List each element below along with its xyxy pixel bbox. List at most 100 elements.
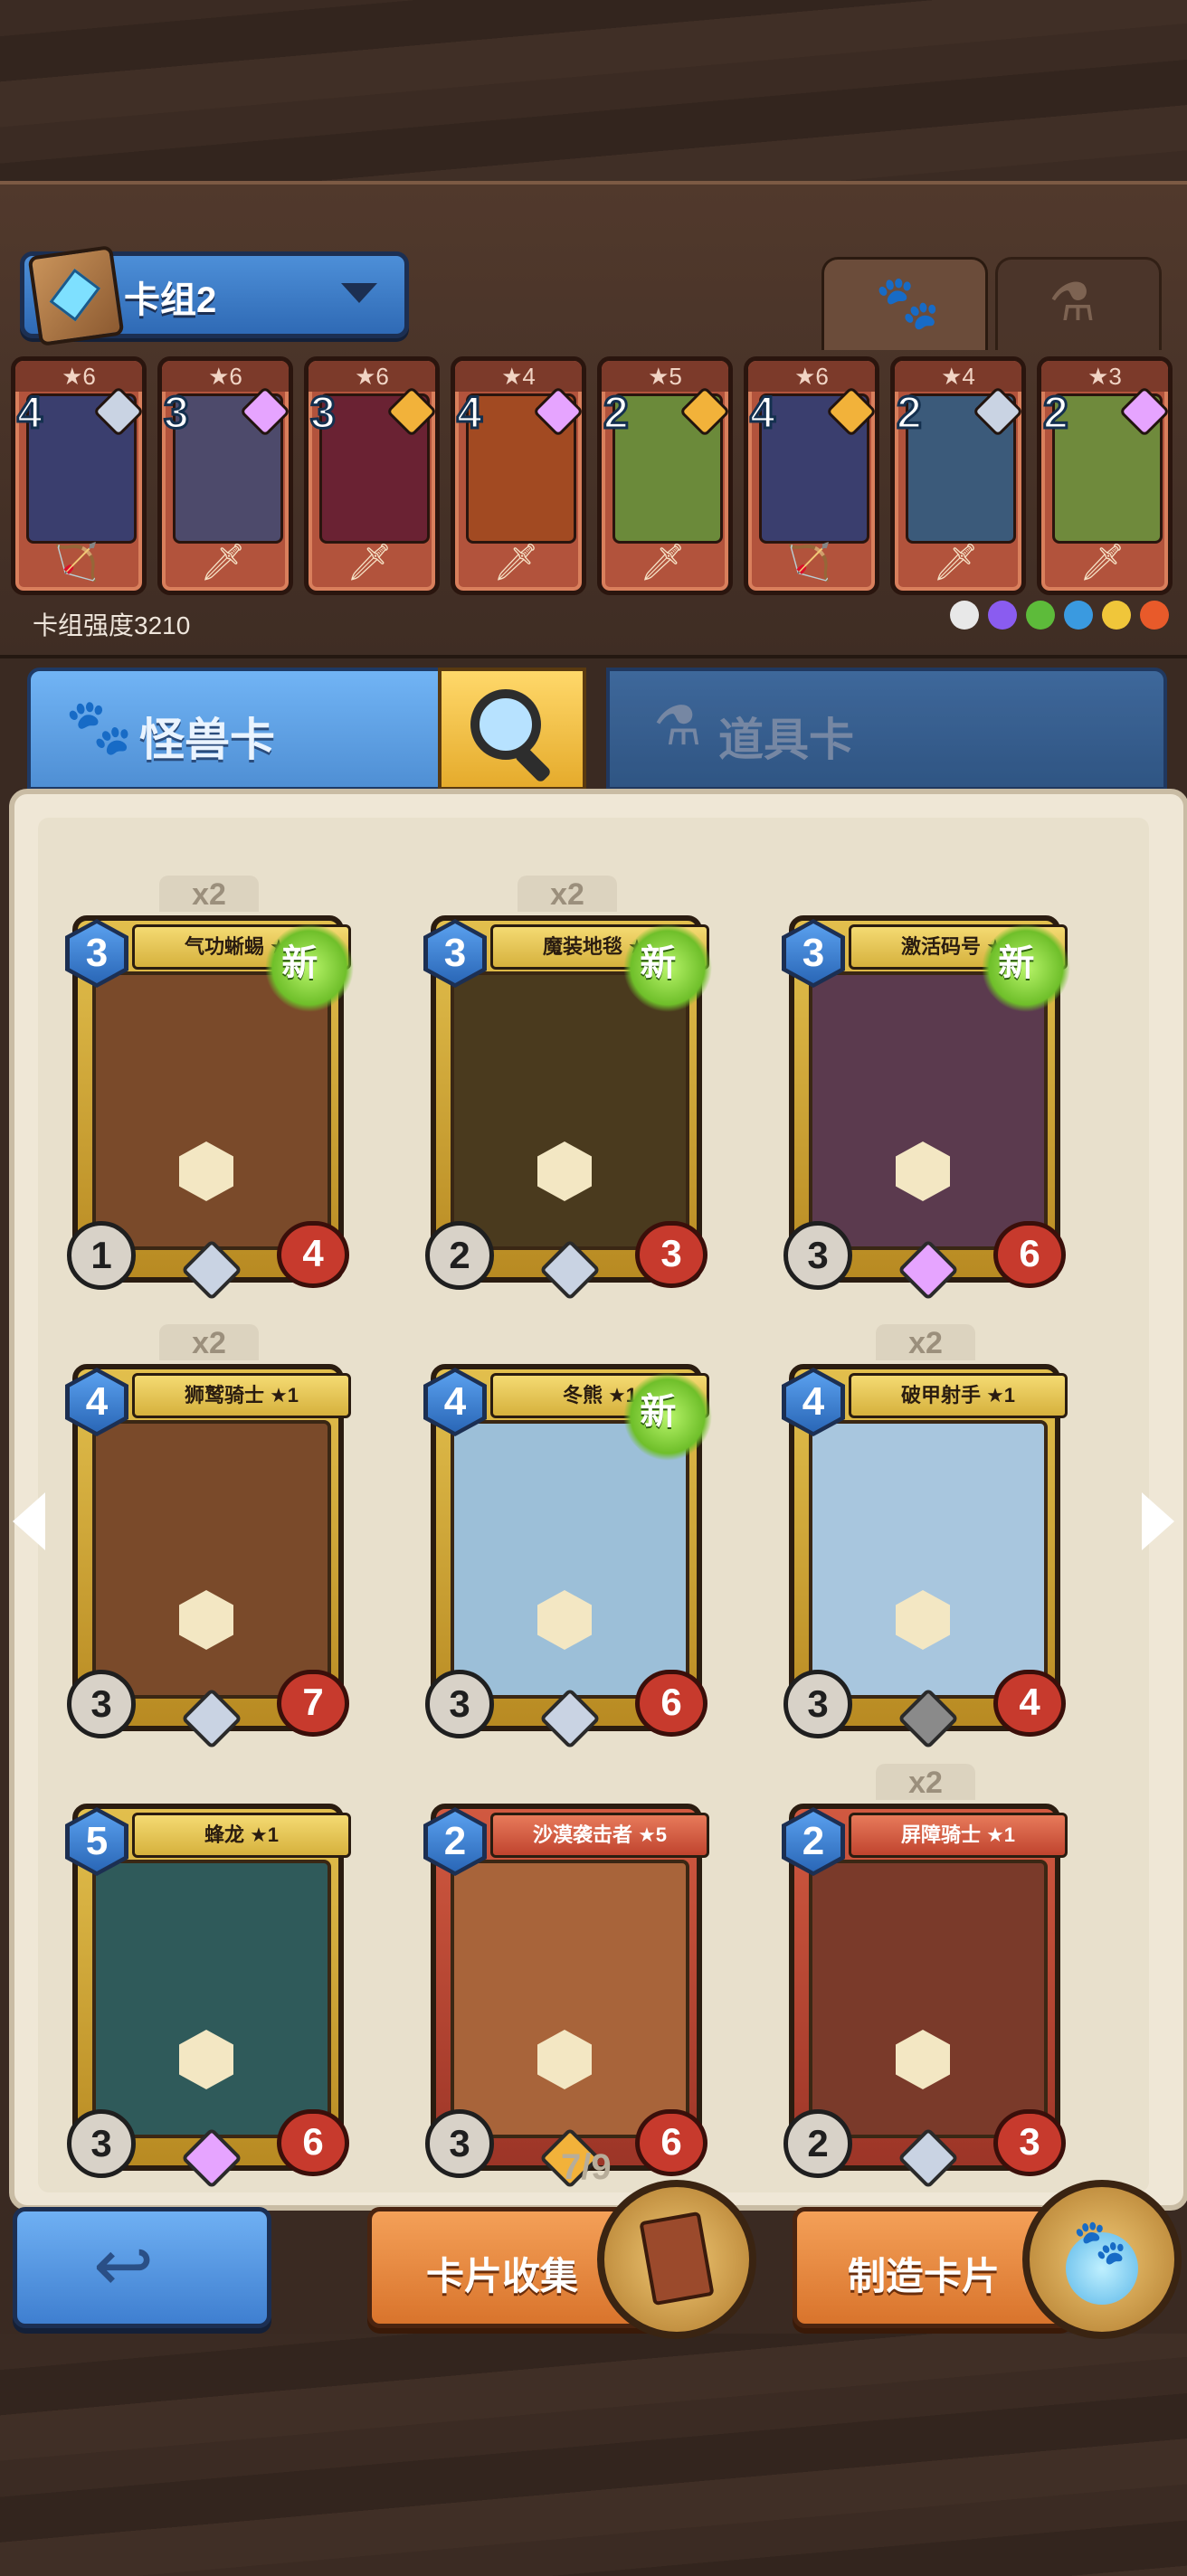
tab-item-cards[interactable]: ⚗ 道具卡 — [606, 668, 1167, 791]
tab-monster-cards[interactable]: 🐾 怪兽卡 — [27, 668, 443, 791]
weapon-icon: 🏹 — [53, 543, 99, 582]
deck-card[interactable]: ★6 4 🏹 — [744, 356, 879, 595]
health-value: 3 — [993, 2109, 1066, 2176]
deck-panel: 卡组2 🐾 ⚗ ★6 4 🏹 ★6 3 🗡 ★6 3 🗡 ★4 4 🗡 ★5 2 🗡 ★6 4 🏹 ★4 2 🗡 ★3 2 🗡… — [0, 181, 1187, 658]
weapon-icon: 🗡 — [200, 543, 246, 582]
attack-value: 3 — [425, 2109, 494, 2178]
card-cost: 4 — [749, 386, 777, 440]
card-cost: 4 — [456, 386, 484, 440]
card-cost: 3 — [70, 923, 124, 983]
deck-card[interactable]: ★4 4 🗡 — [451, 356, 586, 595]
collection-card[interactable]: 蜂龙 ★1 5 3 6 — [65, 1804, 351, 2189]
health-value: 6 — [277, 2109, 349, 2176]
collection-card[interactable]: 沙漠袭击者 ★5 2 3 6 — [423, 1804, 709, 2189]
card-cost: 2 — [896, 386, 924, 440]
card-cost: 2 — [603, 386, 631, 440]
card-count-tab: x2 — [876, 1764, 975, 1800]
card-count-tab: x2 — [159, 1324, 259, 1360]
back-arrow-icon: ↩ — [93, 2225, 155, 2306]
collection-card[interactable]: x2 狮鹫骑士 ★1 4 3 7 — [65, 1324, 351, 1749]
element-filter-icons — [941, 601, 1169, 637]
deck-card[interactable]: ★3 2 🗡 — [1037, 356, 1173, 595]
card-cost: 4 — [70, 1372, 124, 1432]
deck-card[interactable]: ★6 3 🗡 — [304, 356, 440, 595]
weapon-icon: 🏹 — [786, 543, 831, 582]
health-value: 6 — [635, 1670, 707, 1737]
collection-card[interactable]: 冬熊 ★1 4 新 3 6 — [423, 1355, 729, 1749]
deck-name: 卡组2 — [124, 280, 217, 320]
top-wood-bar — [0, 0, 1187, 181]
deck-power: 卡组强度3210 — [33, 611, 191, 639]
attack-value: 2 — [783, 2109, 852, 2178]
element-icon[interactable] — [1102, 601, 1131, 630]
card-cost: 4 — [16, 386, 44, 440]
collection-card[interactable]: x2 屏障骑士 ★1 2 2 3 — [782, 1764, 1068, 2189]
tab-monster-deck[interactable]: 🐾 — [821, 257, 988, 350]
chevron-down-icon — [341, 283, 377, 303]
collection-card[interactable]: x2 破甲射手 ★1 4 3 4 — [782, 1324, 1068, 1749]
search-icon — [470, 689, 541, 760]
card-cost: 4 — [428, 1372, 482, 1432]
health-value: 4 — [277, 1221, 349, 1288]
card-name: 沙漠袭击者 ★5 — [490, 1813, 709, 1858]
card-cost: 3 — [428, 923, 482, 983]
weapon-icon: 🗡 — [493, 543, 539, 582]
card-cost: 2 — [1042, 386, 1070, 440]
card-cost: 2 — [786, 1812, 840, 1871]
health-value: 4 — [993, 1670, 1066, 1737]
weapon-icon: 🗡 — [933, 543, 979, 582]
deck-card[interactable]: ★6 3 🗡 — [157, 356, 293, 595]
tab-monster-label: 怪兽卡 — [139, 715, 275, 765]
collection-card[interactable]: x2 气功蜥蜴 ★1 3 新 1 4 — [65, 876, 371, 1301]
new-badge-label: 新 — [998, 942, 1035, 983]
health-value: 3 — [635, 1221, 707, 1288]
deck-selector-dropdown[interactable]: 卡组2 — [20, 244, 409, 347]
tab-item-deck[interactable]: ⚗ — [995, 257, 1162, 350]
bottom-wood-bar — [0, 2334, 1187, 2576]
card-cost: 3 — [309, 386, 337, 440]
weapon-icon: 🗡 — [640, 543, 686, 582]
card-cost: 5 — [70, 1812, 124, 1871]
card-cost: 3 — [786, 923, 840, 983]
card-count-tab: x2 — [518, 876, 617, 912]
collection-card[interactable]: 激活码号 ★1 3 新 3 6 — [782, 906, 1087, 1301]
collection-card[interactable]: x2 魔装地毯 ★1 3 新 2 3 — [423, 876, 729, 1301]
card-name: 狮鹫骑士 ★1 — [132, 1373, 351, 1418]
health-value: 6 — [635, 2109, 707, 2176]
weapon-icon: 🗡 — [347, 543, 393, 582]
card-count-tab: x2 — [876, 1324, 975, 1360]
search-button[interactable] — [438, 668, 586, 791]
card-collection-panel: x2 气功蜥蜴 ★1 3 新 1 4 x2 魔装地毯 ★1 3 新 2 3 激活码号 ★1 3 新 3 6 x2 狮… — [9, 789, 1187, 2211]
new-badge-label: 新 — [640, 1391, 677, 1432]
element-icon[interactable] — [950, 601, 979, 630]
new-badge-label: 新 — [640, 942, 677, 983]
prev-page-arrow[interactable] — [13, 1492, 45, 1550]
card-art — [92, 1420, 331, 1699]
card-name: 蜂龙 ★1 — [132, 1813, 351, 1858]
card-art — [451, 1860, 689, 2138]
page-indicator: 7/9 — [561, 2147, 612, 2187]
new-badge-label: 新 — [281, 942, 318, 983]
attack-value: 3 — [67, 1670, 136, 1738]
attack-value: 3 — [67, 2109, 136, 2178]
potion-jar-icon[interactable]: 🐾 — [1022, 2180, 1182, 2339]
element-icon[interactable] — [988, 601, 1017, 630]
search-icon-handle — [513, 744, 553, 784]
attack-value: 3 — [783, 1221, 852, 1290]
attack-value: 3 — [425, 1670, 494, 1738]
element-icon[interactable] — [1140, 601, 1169, 630]
deck-card-strip: ★6 4 🏹 ★6 3 🗡 ★6 3 🗡 ★4 4 🗡 ★5 2 🗡 ★6 4 🏹 ★4 2 🗡 ★3 2 🗡 — [11, 356, 1183, 595]
back-button[interactable]: ↩ — [13, 2207, 271, 2328]
deck-card[interactable]: ★4 2 🗡 — [890, 356, 1026, 595]
potion-icon: ⚗ — [653, 696, 702, 756]
element-icon[interactable] — [1026, 601, 1055, 630]
next-page-arrow[interactable] — [1142, 1492, 1174, 1550]
deck-card[interactable]: ★5 2 🗡 — [597, 356, 733, 595]
card-book-icon[interactable] — [597, 2180, 756, 2339]
health-value: 7 — [277, 1670, 349, 1737]
deck-card[interactable]: ★6 4 🏹 — [11, 356, 147, 595]
card-art — [809, 1860, 1048, 2138]
element-icon[interactable] — [1064, 601, 1093, 630]
deck-book-icon — [27, 244, 125, 347]
card-cost: 3 — [163, 386, 191, 440]
